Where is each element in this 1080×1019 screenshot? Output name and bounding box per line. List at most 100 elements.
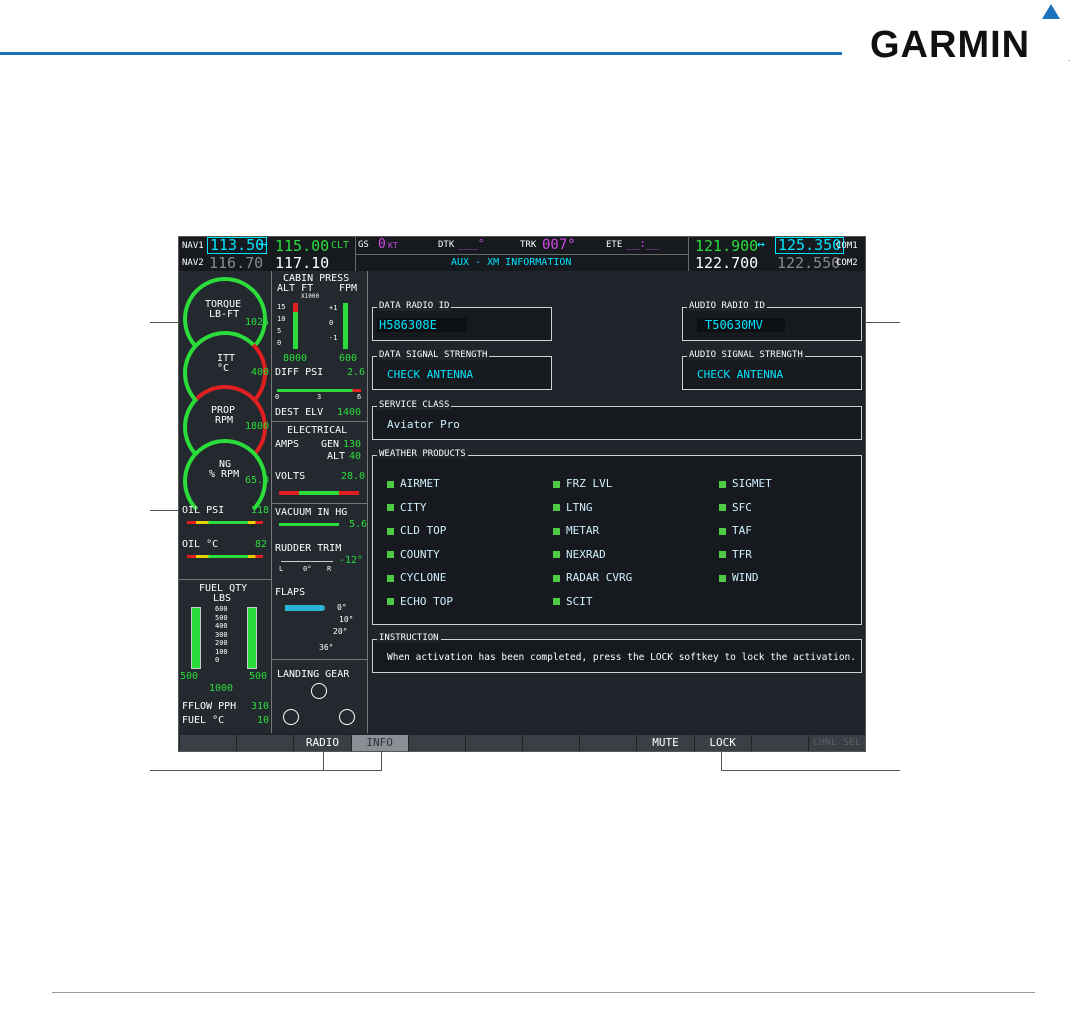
weather-item: RADAR CVRG <box>553 566 632 590</box>
softkey-11[interactable] <box>750 735 808 751</box>
weather-item: TFR <box>719 543 772 567</box>
softkey-6[interactable] <box>464 735 522 751</box>
vacuum-label: VACUUM IN HG <box>275 507 348 518</box>
eis-column-divider <box>271 271 272 733</box>
nav1-label: NAV1 <box>182 241 204 251</box>
dest-elv-value: 1400 <box>337 407 362 418</box>
gear-left-icon <box>283 709 299 725</box>
nav1-standby-freq: 115.00 <box>275 237 330 255</box>
data-signal-label: DATA SIGNAL STRENGTH <box>377 350 490 360</box>
weather-col-2: FRZ LVL LTNG METAR NEXRAD RADAR CVRG SCI… <box>553 472 632 613</box>
softkey-radio[interactable]: RADIO <box>293 735 350 751</box>
oil-psi-bar <box>187 521 263 524</box>
product-status-icon <box>387 574 394 582</box>
product-status-icon <box>553 504 560 511</box>
product-status-icon <box>387 598 394 605</box>
ete-value: __:__ <box>626 237 660 250</box>
softkey-bar: RADIO INFO MUTE LOCK CHNL SEL <box>179 735 865 751</box>
softkey-info[interactable]: INFO <box>350 735 408 751</box>
header-rule <box>0 52 842 55</box>
softkey-7[interactable] <box>522 735 579 751</box>
nav1-active-freq[interactable]: 113.50 <box>207 237 268 254</box>
flaps-indicator <box>285 605 325 611</box>
ete-label: ETE <box>606 240 623 250</box>
mfd-screen: NAV1 113.50 ↔ 115.00 CLT NAV2 116.70 117… <box>178 236 866 752</box>
header-divider <box>356 254 688 255</box>
softkey-lock[interactable]: LOCK <box>693 735 751 751</box>
landing-gear-label: LANDING GEAR <box>277 669 350 680</box>
service-class-panel: SERVICE CLASS Aviator Pro <box>372 400 862 440</box>
weather-item: FRZ LVL <box>553 472 632 496</box>
dtk-value: ___° <box>458 237 485 250</box>
nav-swap-arrow: ↔ <box>260 237 268 252</box>
garmin-logo: GARMIN <box>870 24 1031 66</box>
weather-item: COUNTY <box>387 543 453 567</box>
instruction-panel: INSTRUCTION When activation has been com… <box>372 633 862 673</box>
fuel-c-value: 10 <box>257 715 270 726</box>
audio-signal-label: AUDIO SIGNAL STRENGTH <box>687 350 805 360</box>
weather-item: CITY <box>387 496 453 520</box>
product-status-icon <box>387 504 394 511</box>
softkey-1[interactable] <box>179 735 236 751</box>
flaps-label: FLAPS <box>275 587 306 598</box>
data-radio-id-label: DATA RADIO ID <box>377 301 452 311</box>
cabin-alt-bar <box>293 303 298 349</box>
weather-products-panel: WEATHER PRODUCTS AIRMET CITY CLD TOP COU… <box>372 449 862 625</box>
gen-value: 130 <box>343 439 362 450</box>
softkey-mute[interactable]: MUTE <box>636 735 693 751</box>
rudder-trim-label: RUDDER TRIM <box>275 543 342 554</box>
com1-standby-freq[interactable]: 125.350 <box>775 237 845 254</box>
com2-active-freq: 122.700 <box>695 254 759 272</box>
engine-indication-strip: TORQUE LB-FT 1025 ITT °C 400 PROP RPM 18… <box>179 271 368 733</box>
rudder-trim-scale-line <box>281 561 333 562</box>
nav2-active-freq: 116.70 <box>209 254 264 272</box>
weather-item: CLD TOP <box>387 519 453 543</box>
softkey-8[interactable] <box>579 735 636 751</box>
audio-radio-id-panel: AUDIO RADIO ID T50630MV <box>682 301 862 341</box>
amps-label: AMPS <box>275 439 300 450</box>
oil-psi-value: 118 <box>251 505 270 516</box>
oil-psi-label: OIL PSI <box>182 505 225 516</box>
product-status-icon <box>387 527 394 535</box>
data-radio-id-panel: DATA RADIO ID H586308E <box>372 301 552 341</box>
product-status-icon <box>553 480 560 488</box>
diff-scale-0: 0 <box>275 393 280 401</box>
softkey-2[interactable] <box>236 735 293 751</box>
gear-divider <box>272 659 367 660</box>
softkey-chnl-sel[interactable]: CHNL SEL <box>807 735 865 751</box>
fuel-right-value: 500 <box>249 671 268 682</box>
weather-item: METAR <box>553 519 632 543</box>
elec-divider <box>272 421 367 422</box>
page-title: AUX - XM INFORMATION <box>451 257 572 268</box>
product-status-icon <box>719 574 726 582</box>
flaps-mark-0: 0° <box>337 603 347 612</box>
cabin-alt-scale: 15 10 5 0 <box>277 303 286 347</box>
data-signal-value: CHECK ANTENNA <box>387 368 474 381</box>
flaps-mark-20: 20° <box>333 627 348 636</box>
weather-item: SCIT <box>553 590 632 614</box>
callout-softkeys-left <box>150 770 382 771</box>
fuel-total-value: 1000 <box>209 683 234 694</box>
fflow-value: 310 <box>251 701 270 712</box>
com1-active-freq: 121.900 <box>695 237 759 255</box>
product-status-icon <box>719 480 726 488</box>
product-status-icon <box>553 574 560 582</box>
dtk-label: DTK <box>438 240 455 250</box>
cabin-alt-value: 8000 <box>283 353 308 364</box>
audio-radio-id-value: T50630MV <box>697 318 785 332</box>
fuel-c-label: FUEL °C <box>182 715 225 726</box>
weather-item: SIGMET <box>719 472 772 496</box>
service-class-label: SERVICE CLASS <box>377 400 452 410</box>
fuel-left-bar <box>191 607 201 669</box>
trk-label: TRK <box>520 240 537 250</box>
oil-c-bar <box>187 555 263 558</box>
gear-nose-icon <box>311 683 327 699</box>
volts-label: VOLTS <box>275 471 306 482</box>
product-status-icon <box>553 551 560 558</box>
gs-label: GS <box>358 240 369 250</box>
flaps-mark-10: 10° <box>339 615 354 624</box>
vacuum-value: 5.6 <box>349 519 368 530</box>
torque-value: 1025 <box>245 317 270 328</box>
softkey-5[interactable] <box>407 735 465 751</box>
audio-radio-id-label: AUDIO RADIO ID <box>687 301 767 311</box>
